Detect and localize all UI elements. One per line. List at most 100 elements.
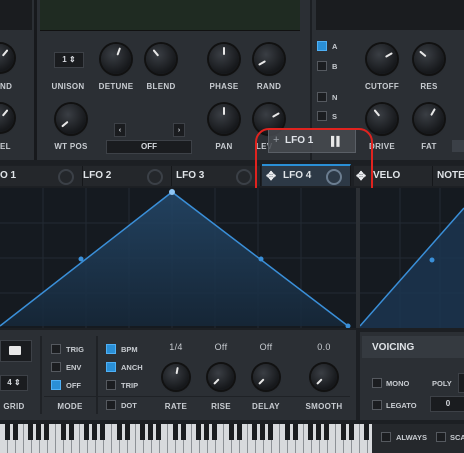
route-a-label: A xyxy=(332,42,338,51)
tab-lfo-1-label: O 1 xyxy=(0,170,17,181)
unison-label: UNISON xyxy=(51,82,85,91)
grid-value: 4 xyxy=(7,378,12,387)
mode-trig-checkbox[interactable] xyxy=(51,344,61,354)
grid-field[interactable]: 4 ⇕ xyxy=(0,375,28,391)
left-display xyxy=(0,0,32,30)
detune-knob[interactable] xyxy=(101,44,131,74)
blend-label: BLEND xyxy=(146,82,176,91)
mode-label: MODE xyxy=(57,402,83,411)
route-a-checkbox[interactable] xyxy=(317,41,327,51)
scale-checkbox[interactable] xyxy=(436,432,446,442)
blend-knob[interactable] xyxy=(146,44,176,74)
lfo-controls-border xyxy=(44,396,350,397)
pan-label: PAN xyxy=(215,142,233,151)
legato-field[interactable]: 0 xyxy=(430,396,464,412)
route-s-label: S xyxy=(332,112,338,121)
mono-label: MONO xyxy=(386,379,410,388)
drive-knob[interactable] xyxy=(367,104,397,134)
velo-point xyxy=(429,257,435,263)
tab-lfo-3-label: LFO 3 xyxy=(176,170,205,181)
mono-checkbox[interactable] xyxy=(372,378,382,388)
tab-lfo-3[interactable]: LFO 3 xyxy=(172,166,261,186)
route-s-checkbox[interactable] xyxy=(317,111,327,121)
rate-label: RATE xyxy=(164,402,188,411)
always-checkbox[interactable] xyxy=(381,432,391,442)
folder-button[interactable] xyxy=(0,340,32,362)
filter-mix-slider[interactable] xyxy=(452,140,464,152)
smooth-value: 0.0 xyxy=(317,342,331,352)
lfo-point-mid-right xyxy=(258,256,264,262)
wt-nav-left-button[interactable]: ‹ xyxy=(114,123,126,137)
dot-checkbox[interactable] xyxy=(106,400,116,410)
tab-lfo-2[interactable]: LFO 2 xyxy=(83,166,172,186)
tab-velo-label: VELO xyxy=(373,170,401,181)
rise-knob[interactable] xyxy=(208,364,234,390)
detune-label: DETUNE xyxy=(98,82,134,91)
rate-value: 1/4 xyxy=(169,342,183,352)
smooth-label: SMOOTH xyxy=(305,402,343,411)
scale-label: SCA xyxy=(450,433,464,442)
fat-knob[interactable] xyxy=(414,104,444,134)
keyboard-black-keys xyxy=(0,424,372,440)
trip-label: TRIP xyxy=(121,381,139,390)
bpm-label: BPM xyxy=(121,345,138,354)
tab-lfo-2-ring-icon xyxy=(147,169,163,185)
folder-icon xyxy=(9,346,21,355)
route-n-checkbox[interactable] xyxy=(317,92,327,102)
lfo-point-peak xyxy=(169,189,175,195)
trip-checkbox[interactable] xyxy=(106,380,116,390)
wt-mode-field[interactable]: OFF xyxy=(106,140,192,154)
tab-note-label: NOTE xyxy=(437,170,464,181)
unison-field[interactable]: 1 ⇕ xyxy=(54,52,84,68)
grid-stepper-icon: ⇕ xyxy=(13,378,21,387)
mode-env-checkbox[interactable] xyxy=(51,362,61,372)
ctrl-divider-1 xyxy=(40,336,42,414)
wt-pos-label: WT POS xyxy=(54,142,88,151)
bpm-checkbox[interactable] xyxy=(106,344,116,354)
smooth-knob[interactable] xyxy=(311,364,337,390)
route-b-label: B xyxy=(332,62,338,71)
anch-label: ANCH xyxy=(121,363,143,372)
lfo-point-mid-left xyxy=(78,256,84,262)
rate-knob[interactable] xyxy=(163,364,189,390)
rand-knob[interactable] xyxy=(254,44,284,74)
tab-note[interactable]: NOTE xyxy=(433,166,464,186)
delay-label: DELAY xyxy=(252,402,280,411)
mode-trig-label: TRIG xyxy=(66,345,84,354)
mode-off-checkbox[interactable] xyxy=(51,380,61,390)
left-partial-label-bottom: EL xyxy=(0,142,11,151)
cutoff-knob[interactable] xyxy=(367,44,397,74)
ctrl-divider-2 xyxy=(96,336,98,414)
unison-value: 1 xyxy=(62,55,67,64)
delay-knob[interactable] xyxy=(253,364,279,390)
lfo-graph[interactable] xyxy=(0,188,356,328)
tab-lfo-3-ring-icon xyxy=(236,169,252,185)
legato-checkbox[interactable] xyxy=(372,400,382,410)
rise-label: RISE xyxy=(211,402,231,411)
mode-off-label: OFF xyxy=(66,381,81,390)
phase-label: PHASE xyxy=(209,82,239,91)
pan-knob[interactable] xyxy=(209,104,239,134)
cutoff-label: CUTOFF xyxy=(364,82,400,91)
rise-value: Off xyxy=(214,342,228,352)
res-label: RES xyxy=(420,82,438,91)
mode-env-label: ENV xyxy=(66,363,82,372)
poly-field[interactable] xyxy=(458,373,464,393)
wt-pos-knob[interactable] xyxy=(56,104,86,134)
filter-display xyxy=(316,0,464,30)
always-label: ALWAYS xyxy=(396,433,427,442)
res-knob[interactable] xyxy=(414,44,444,74)
tab-lfo-1[interactable]: O 1 xyxy=(0,166,83,186)
osc-divider xyxy=(34,0,37,160)
route-b-checkbox[interactable] xyxy=(317,61,327,71)
velo-graph[interactable] xyxy=(360,188,464,328)
voicing-title: VOICING xyxy=(372,342,415,353)
fat-label: FAT xyxy=(421,142,437,151)
tab-lfo-2-label: LFO 2 xyxy=(83,170,112,181)
tab-lfo-1-ring-icon xyxy=(58,169,74,185)
wt-nav-right-button[interactable]: › xyxy=(173,123,185,137)
route-n-label: N xyxy=(332,93,338,102)
phase-knob[interactable] xyxy=(209,44,239,74)
anch-checkbox[interactable] xyxy=(106,362,116,372)
dot-label: DOT xyxy=(121,401,137,410)
